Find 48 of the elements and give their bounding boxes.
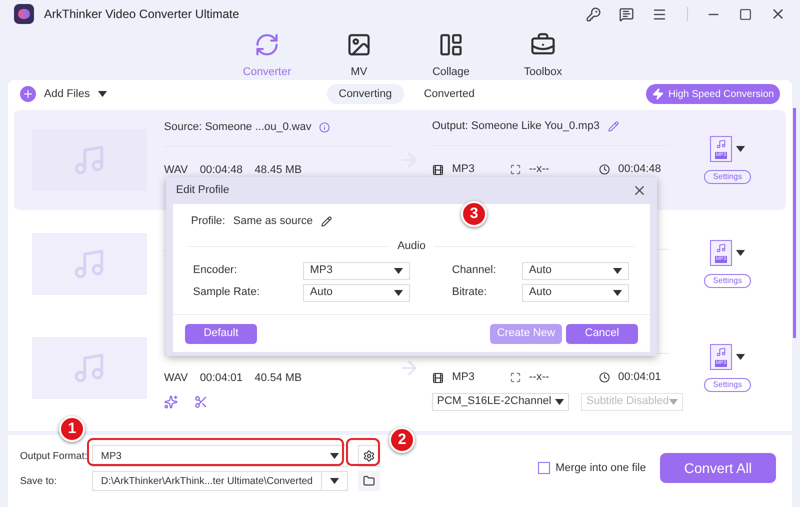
- output-format: MP3: [452, 162, 476, 178]
- output-filename: Output: Someone Like You_0.mp3: [432, 119, 600, 134]
- add-files-button[interactable]: Add Files: [20, 86, 90, 102]
- output-format: MP3: [452, 370, 476, 386]
- output-format-dropdown[interactable]: MP3: [92, 445, 348, 467]
- source-duration: 00:04:01: [200, 371, 243, 386]
- dialog-button[interactable]: Cancel: [566, 324, 638, 344]
- dialog-button[interactable]: Default: [185, 324, 257, 344]
- field-dropdown[interactable]: Auto: [522, 262, 629, 280]
- nav-tab[interactable]: Toolbox: [511, 28, 575, 80]
- dialog-button: Create New: [490, 324, 562, 344]
- subtitle-dropdown: Subtitle Disabled: [581, 392, 683, 410]
- settings-button[interactable]: Settings: [704, 274, 751, 288]
- field-label: Sample Rate:: [193, 285, 261, 300]
- field-dropdown[interactable]: MP3: [303, 262, 410, 280]
- file-size: 48.45 MB: [254, 163, 302, 178]
- section-title: Audio: [397, 239, 426, 254]
- field-dropdown[interactable]: Auto: [303, 284, 410, 302]
- file-size: 40.54 MB: [254, 371, 302, 386]
- source-duration: 00:04:48: [200, 163, 243, 178]
- dialog-title: Edit Profile: [176, 183, 230, 198]
- resolution: --x--: [529, 370, 550, 386]
- nav-tab[interactable]: MV: [327, 28, 391, 80]
- source-format: WAV: [164, 163, 188, 178]
- resolution: --x--: [529, 162, 550, 178]
- view-tab[interactable]: Converting: [326, 84, 404, 104]
- field-label: Bitrate:: [451, 285, 488, 300]
- field-label: Encoder:: [193, 263, 238, 278]
- save-to-label: Save to:: [20, 474, 58, 488]
- settings-button[interactable]: Settings: [704, 378, 751, 392]
- output-duration: 00:04:01: [618, 370, 661, 386]
- window-title: ArkThinker Video Converter Ultimate: [44, 6, 240, 23]
- output-duration: 00:04:48: [618, 162, 661, 178]
- source-filename: Source: Someone ...ou_0.wav: [164, 120, 312, 136]
- nav-tab[interactable]: Collage: [419, 28, 483, 80]
- merge-label: Merge into one file: [556, 460, 646, 476]
- profile-label: Profile:: [191, 214, 226, 229]
- profile-name: Same as source: [233, 214, 313, 229]
- settings-button[interactable]: Settings: [704, 170, 751, 184]
- output-format-label: Output Format:: [20, 450, 88, 464]
- field-dropdown[interactable]: Auto: [522, 284, 629, 302]
- source-format: WAV: [164, 371, 188, 386]
- field-label: Channel:: [451, 263, 498, 278]
- convert-all-button[interactable]: Convert All: [660, 453, 776, 483]
- high-speed-button[interactable]: High Speed Conversion: [646, 84, 780, 104]
- audio-track-dropdown[interactable]: PCM_S16LE-2Channel: [432, 392, 570, 410]
- save-path-dropdown[interactable]: D:\ArkThinker\ArkThink...ter Ultimate\Converted: [92, 471, 348, 491]
- view-tab[interactable]: Converted: [412, 84, 487, 104]
